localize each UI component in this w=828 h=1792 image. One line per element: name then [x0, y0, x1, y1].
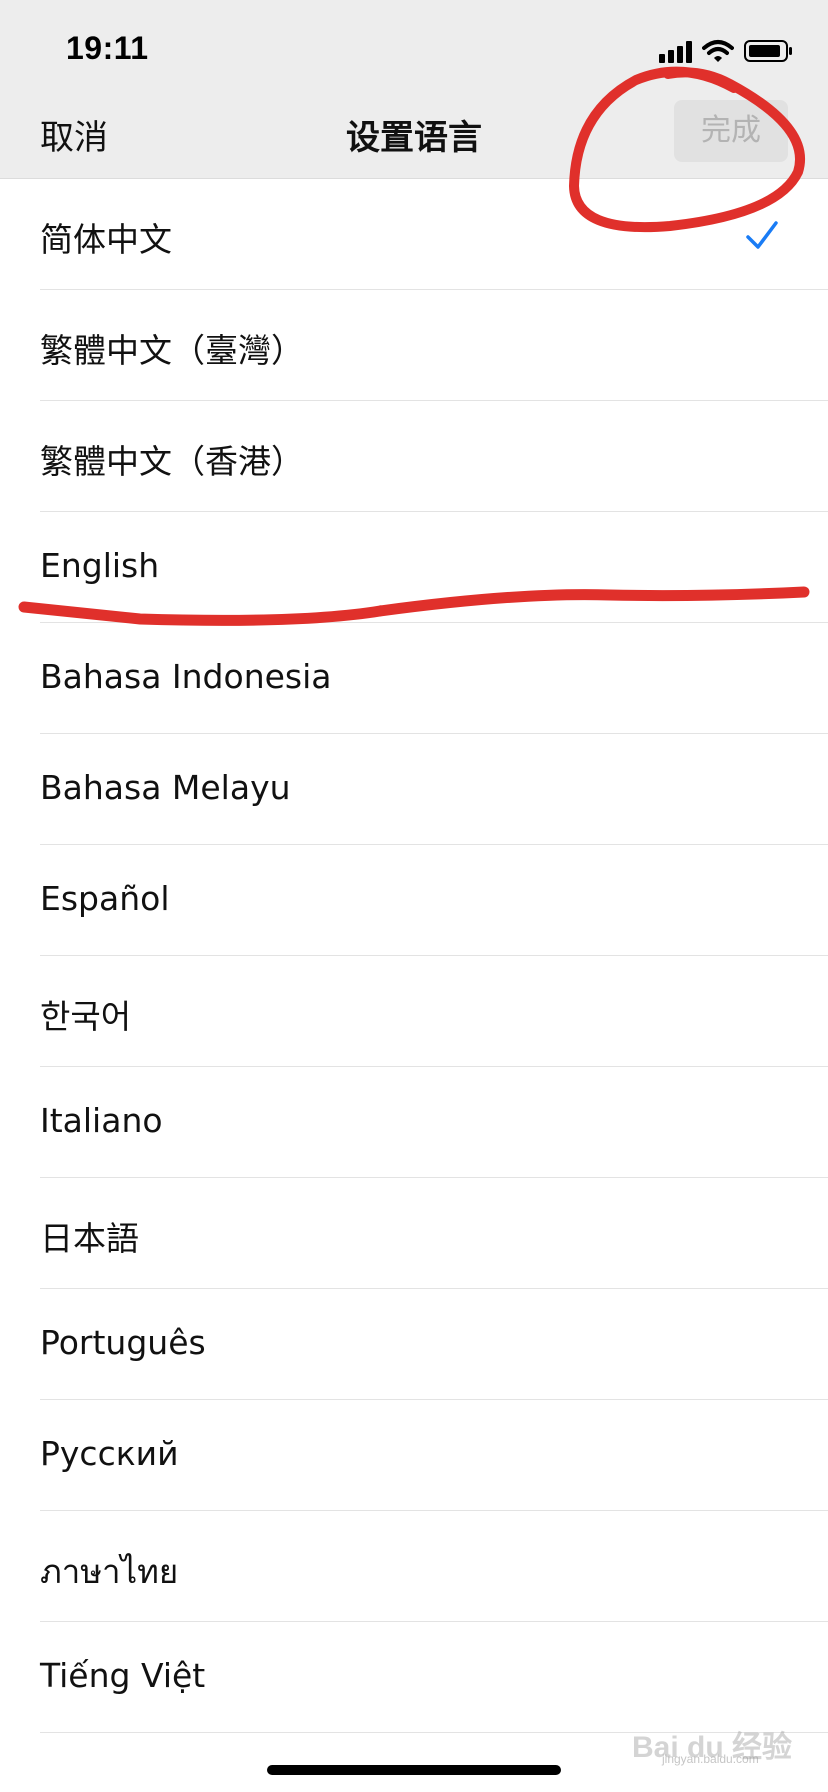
language-label: 简体中文 [40, 220, 172, 259]
cancel-button[interactable]: 取消 [40, 110, 108, 159]
language-label: 日本語 [40, 1219, 139, 1258]
language-label: English [40, 546, 160, 585]
language-option[interactable]: 简体中文 [0, 179, 828, 290]
language-option[interactable]: Español [0, 845, 828, 956]
language-label: Español [40, 879, 170, 918]
status-time: 19:11 [66, 30, 149, 66]
language-option[interactable]: Português [0, 1289, 828, 1400]
language-option[interactable]: 繁體中文（香港） [0, 401, 828, 512]
language-label: Русский [40, 1434, 179, 1473]
language-label: Italiano [40, 1101, 163, 1140]
language-label: Tiếng Việt [40, 1656, 206, 1695]
language-label: Português [40, 1323, 206, 1362]
navigation-bar: 取消 设置语言 完成 [0, 88, 828, 179]
done-button[interactable]: 完成 [674, 100, 788, 162]
status-icons [659, 35, 794, 63]
language-option[interactable]: Italiano [0, 1067, 828, 1178]
checkmark-icon [746, 221, 778, 249]
home-indicator [267, 1765, 561, 1775]
language-label: 繁體中文（臺灣） [40, 331, 304, 370]
language-label: ภาษาไทย [40, 1552, 179, 1591]
language-label: 한국어 [40, 997, 132, 1036]
language-option[interactable]: Bahasa Melayu [0, 734, 828, 845]
language-label: Bahasa Melayu [40, 768, 291, 807]
language-option[interactable]: English [0, 512, 828, 623]
language-label: 繁體中文（香港） [40, 442, 304, 481]
battery-icon [744, 40, 792, 62]
language-option[interactable]: 日本語 [0, 1178, 828, 1289]
language-option[interactable]: Bahasa Indonesia [0, 623, 828, 734]
language-option[interactable]: Русский [0, 1400, 828, 1511]
language-option[interactable]: 한국어 [0, 956, 828, 1067]
language-option[interactable]: Tiếng Việt [0, 1622, 828, 1733]
language-label: Bahasa Indonesia [40, 657, 332, 696]
signal-icon [659, 41, 692, 63]
language-option[interactable]: ภาษาไทย [0, 1511, 828, 1622]
status-bar: 19:11 [0, 0, 828, 88]
watermark-url: jingyan.baidu.com [662, 1752, 759, 1766]
language-list: 简体中文繁體中文（臺灣） 繁體中文（香港） English Bahasa Indone… [0, 179, 828, 1733]
language-option[interactable]: 繁體中文（臺灣） [0, 290, 828, 401]
wifi-icon [702, 40, 734, 62]
